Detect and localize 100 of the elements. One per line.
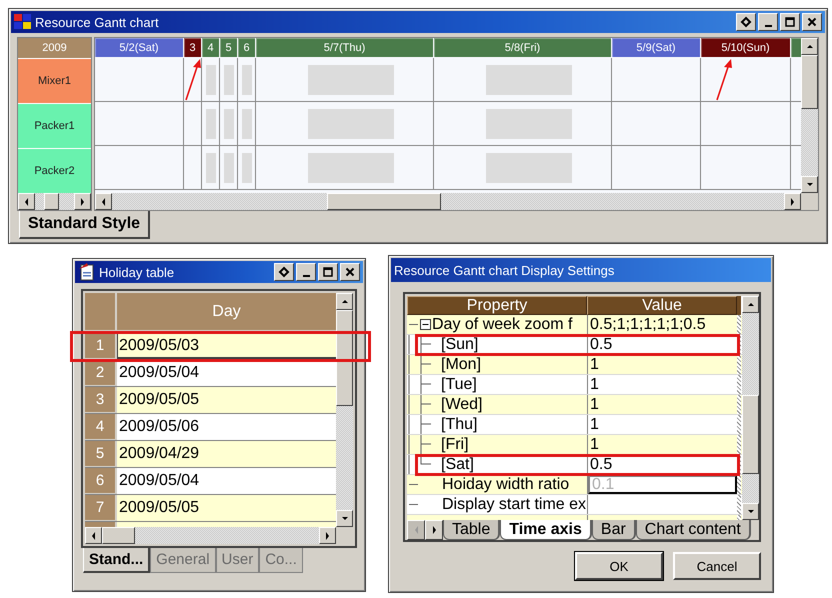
- tree-line-icon: [409, 504, 418, 505]
- scroll-down-button[interactable]: [742, 503, 759, 520]
- sheet-tab[interactable]: Stand...: [83, 548, 150, 573]
- scroll-down-button[interactable]: [801, 176, 818, 193]
- minimize-button[interactable]: [296, 263, 316, 281]
- arrow-up-icon: [746, 300, 756, 309]
- column-header: Property: [407, 296, 587, 315]
- minimize-icon: [764, 25, 772, 27]
- arrow-up-icon: [804, 42, 814, 51]
- pin-button[interactable]: [736, 13, 756, 31]
- app-icon: [14, 14, 32, 30]
- time-block: [206, 64, 216, 94]
- day-header: 4: [202, 38, 219, 57]
- close-button[interactable]: [340, 263, 360, 281]
- scroll-left-button[interactable]: [85, 527, 102, 544]
- style-tab[interactable]: Standard Style: [19, 211, 150, 239]
- property-name: [Wed]: [441, 396, 482, 414]
- property-value: 1: [589, 416, 599, 434]
- arrow-down-icon: [746, 507, 756, 516]
- time-block: [224, 108, 234, 138]
- tree-line-icon: [409, 324, 418, 325]
- vertical-scrollbar[interactable]: [801, 38, 818, 193]
- scroll-thumb[interactable]: [742, 394, 759, 474]
- property-value: 1: [589, 396, 599, 414]
- arrow-right-icon: [78, 196, 87, 206]
- scroll-right-button[interactable]: [784, 193, 801, 210]
- scroll-right-button[interactable]: [74, 193, 91, 210]
- column-header: Day: [117, 293, 336, 330]
- horizontal-scrollbar[interactable]: [95, 193, 801, 210]
- tree-line-icon: [409, 484, 418, 485]
- scroll-up-button[interactable]: [742, 296, 759, 313]
- window-title: Holiday table: [99, 264, 176, 280]
- arrow-up-icon: [340, 297, 350, 306]
- table-cell[interactable]: 2009/05/06: [117, 414, 336, 440]
- table-cell[interactable]: 2009/05/05: [117, 495, 336, 521]
- scroll-thumb[interactable]: [327, 193, 442, 210]
- year-header: 2009: [18, 38, 91, 58]
- collapse-icon[interactable]: [420, 319, 431, 330]
- day-header: 5/9(Sat): [612, 38, 700, 57]
- horizontal-scrollbar[interactable]: [85, 527, 336, 544]
- cancel-button[interactable]: Cancel: [673, 552, 761, 580]
- tab-scroll-left-button[interactable]: [407, 520, 425, 540]
- property-name: [Tue]: [441, 376, 477, 394]
- day-header: 3: [184, 38, 201, 57]
- scroll-up-button[interactable]: [801, 38, 818, 55]
- vertical-scrollbar[interactable]: [336, 293, 353, 527]
- row-number: 4: [85, 414, 117, 440]
- window-title: Resource Gantt chart Display Settings: [394, 262, 616, 278]
- close-icon: [806, 16, 818, 28]
- maximize-button[interactable]: [780, 13, 800, 31]
- settings-tab[interactable]: Chart content: [636, 520, 751, 540]
- arrow-left-icon: [22, 196, 31, 206]
- minimize-button[interactable]: [758, 13, 778, 31]
- ok-button[interactable]: OK: [575, 552, 663, 580]
- row-number: 2: [85, 360, 117, 386]
- arrow-down-icon: [340, 514, 350, 523]
- property-name: [Sat]: [441, 456, 474, 474]
- arrow-annotation: [715, 58, 735, 102]
- resource-label: Mixer1: [18, 58, 91, 103]
- table-cell[interactable]: 2009/05/03: [117, 333, 336, 359]
- maximize-icon: [322, 266, 334, 278]
- row-number: 5: [85, 441, 117, 467]
- row-number: 6: [85, 468, 117, 494]
- scroll-thumb[interactable]: [801, 55, 818, 110]
- scroll-up-button[interactable]: [336, 293, 353, 310]
- property-value: 0.5: [589, 456, 612, 474]
- maximize-button[interactable]: [318, 263, 338, 281]
- arrow-right-icon: [323, 530, 332, 540]
- settings-tab[interactable]: Table: [443, 520, 500, 540]
- settings-tab[interactable]: Time axis: [500, 520, 592, 540]
- time-block: [242, 108, 252, 138]
- settings-tab[interactable]: Bar: [592, 520, 636, 540]
- property-name: Day of week zoom f: [432, 316, 572, 334]
- scroll-left-button[interactable]: [18, 193, 35, 210]
- property-name: [Mon]: [441, 356, 482, 374]
- scroll-thumb[interactable]: [44, 193, 60, 210]
- vertical-scrollbar[interactable]: [742, 296, 759, 520]
- close-button[interactable]: [802, 13, 822, 31]
- scroll-left-button[interactable]: [95, 193, 112, 210]
- table-cell[interactable]: 2009/05/04: [117, 468, 336, 494]
- column-header: Value: [587, 296, 737, 315]
- property-value: 1: [589, 356, 599, 374]
- scroll-right-button[interactable]: [319, 527, 336, 544]
- table-cell[interactable]: 2009/05/04: [117, 360, 336, 386]
- table-cell[interactable]: 2009/05/05: [117, 387, 336, 413]
- pin-button[interactable]: [274, 263, 294, 281]
- time-block: [224, 64, 234, 94]
- tab-scroll-right-button[interactable]: [425, 520, 443, 540]
- resource-label: Packer1: [18, 103, 91, 148]
- time-block: [224, 152, 234, 182]
- table-cell[interactable]: 2009/04/29: [117, 441, 336, 467]
- time-block: [206, 152, 216, 182]
- scroll-thumb[interactable]: [336, 310, 353, 406]
- scroll-down-button[interactable]: [336, 510, 353, 527]
- time-block: [242, 152, 252, 182]
- scroll-thumb[interactable]: [102, 527, 135, 544]
- horizontal-scrollbar[interactable]: [18, 193, 91, 210]
- day-header: 5/10(Sun): [701, 38, 790, 57]
- row-number: 1: [85, 333, 117, 359]
- minimize-icon: [302, 275, 310, 277]
